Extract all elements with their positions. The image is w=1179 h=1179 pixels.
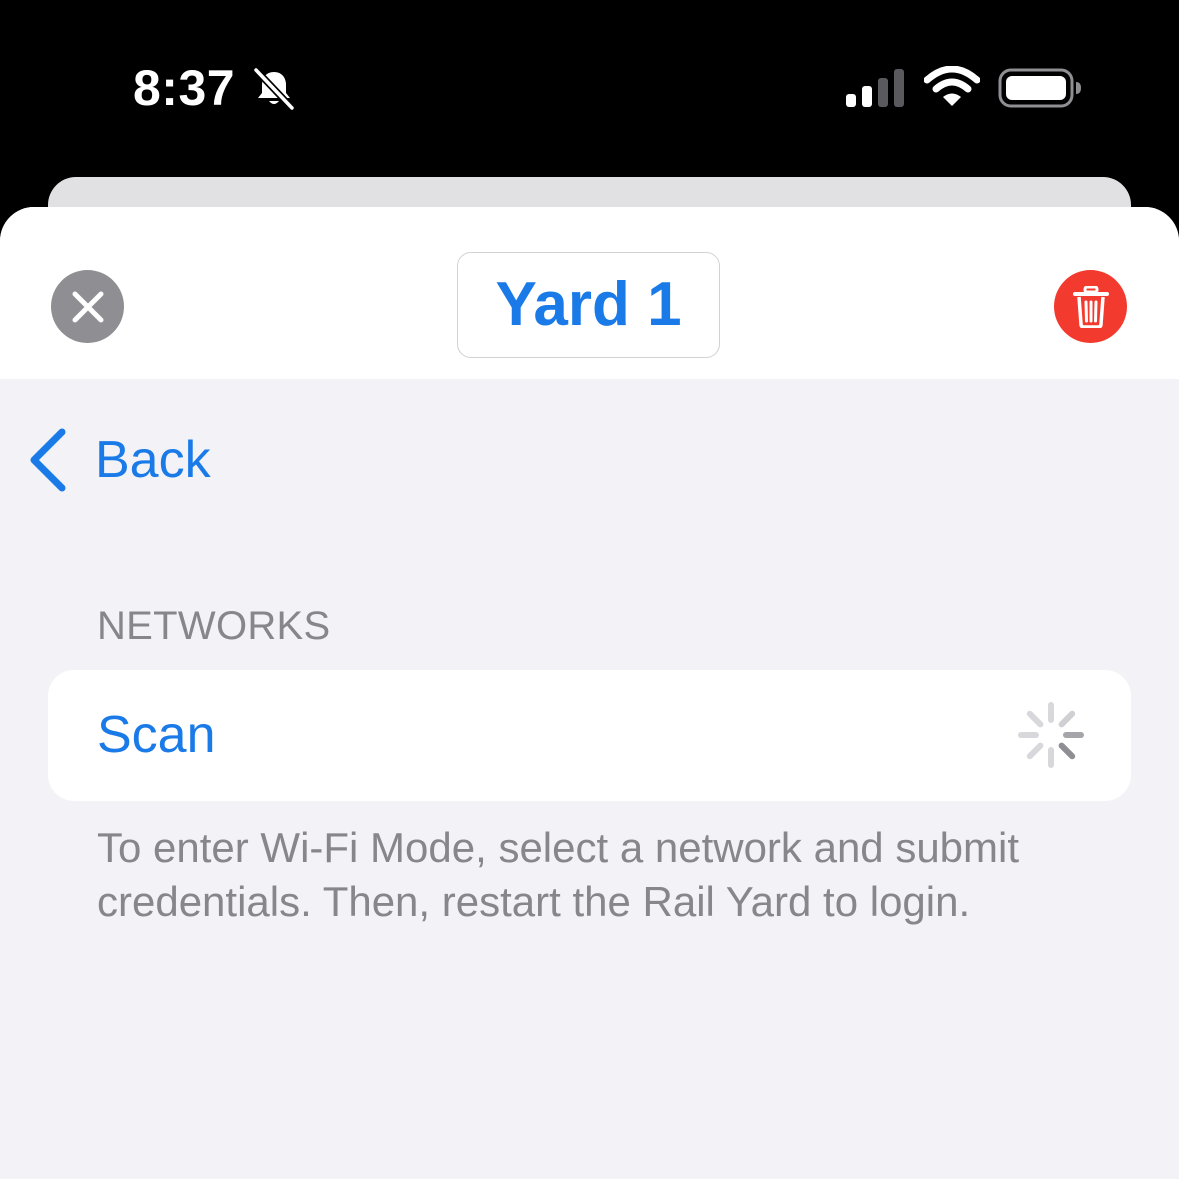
title-field[interactable]: Yard 1 — [457, 252, 720, 358]
trash-icon — [1072, 285, 1109, 328]
cellular-signal-icon — [846, 69, 904, 107]
screen: 8:37 Yard 1 Back NETWORKS Scan To enter … — [0, 0, 1179, 1179]
modal-sheet: Yard 1 Back NETWORKS Scan To enter Wi-Fi… — [0, 207, 1179, 1179]
scan-button[interactable]: Scan — [97, 703, 216, 767]
scan-row[interactable]: Scan — [48, 670, 1131, 801]
back-label: Back — [95, 431, 211, 489]
close-icon — [72, 291, 103, 322]
back-button[interactable]: Back — [26, 425, 211, 495]
battery-icon — [998, 68, 1081, 108]
networks-section-header: NETWORKS — [97, 604, 331, 648]
chevron-left-icon — [30, 428, 66, 492]
delete-button[interactable] — [1054, 270, 1127, 343]
status-time: 8:37 — [133, 60, 236, 116]
wifi-icon — [924, 66, 980, 106]
bell-slash-icon — [252, 67, 296, 111]
close-button[interactable] — [51, 270, 124, 343]
status-bar: 8:37 — [0, 0, 1179, 170]
sheet-header: Yard 1 — [0, 207, 1179, 379]
activity-spinner-icon — [1018, 702, 1084, 768]
networks-footer: To enter Wi-Fi Mode, select a network an… — [97, 824, 1020, 925]
page-title: Yard 1 — [495, 270, 682, 339]
